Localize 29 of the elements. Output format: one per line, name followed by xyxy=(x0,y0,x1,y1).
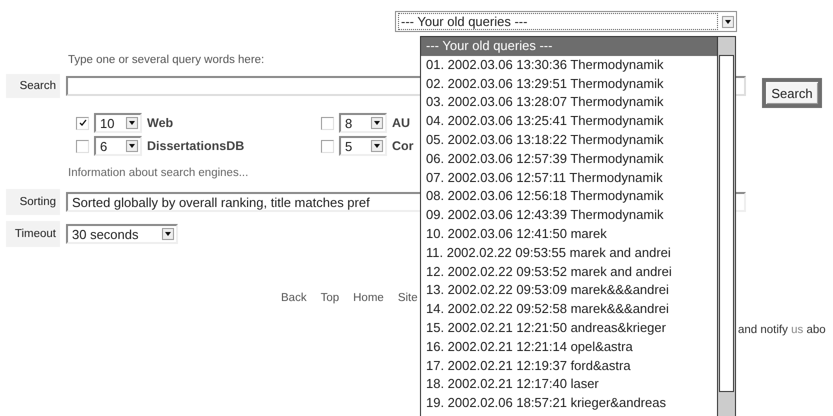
engine-name: Cor xyxy=(392,139,414,153)
engine-name: AU xyxy=(392,116,410,130)
engine-checkbox[interactable] xyxy=(321,140,334,152)
engine-checkbox[interactable] xyxy=(76,140,89,152)
count-dropdown[interactable]: 10 xyxy=(94,113,142,133)
count-dropdown[interactable]: 6 xyxy=(94,136,142,156)
scrollbar[interactable] xyxy=(717,37,735,416)
search-button[interactable]: Search xyxy=(762,78,822,108)
search-label: Search xyxy=(6,74,60,98)
notice-link[interactable]: us xyxy=(791,324,804,336)
footer-link[interactable]: Site xyxy=(398,292,418,304)
engine-checkbox[interactable] xyxy=(321,116,334,130)
check-icon xyxy=(78,119,86,127)
instruction-text: Type one or several query words here: xyxy=(68,54,264,68)
footer-link[interactable]: Back xyxy=(281,292,307,304)
footer-link[interactable]: Home xyxy=(353,292,384,304)
timeout-dropdown[interactable]: 30 seconds xyxy=(66,224,178,244)
sorting-label: Sorting xyxy=(6,189,60,215)
footer-link[interactable]: Top xyxy=(320,292,340,304)
query-option[interactable]: --- Your old queries --- xyxy=(421,37,717,56)
count-dropdown[interactable]: 8 xyxy=(339,113,387,133)
engine-name: DissertationsDB xyxy=(147,139,244,153)
timeout-label: Timeout xyxy=(6,221,60,247)
old-queries-dropdown[interactable]: --- Your old queries --- xyxy=(395,11,737,32)
count-dropdown[interactable]: 5 xyxy=(339,136,387,156)
info-link[interactable]: Information about search engines... xyxy=(68,167,248,181)
engine-name: Web xyxy=(147,116,174,130)
engine-checkbox[interactable] xyxy=(76,116,89,130)
notice-text: and notify us abo xyxy=(738,324,826,336)
